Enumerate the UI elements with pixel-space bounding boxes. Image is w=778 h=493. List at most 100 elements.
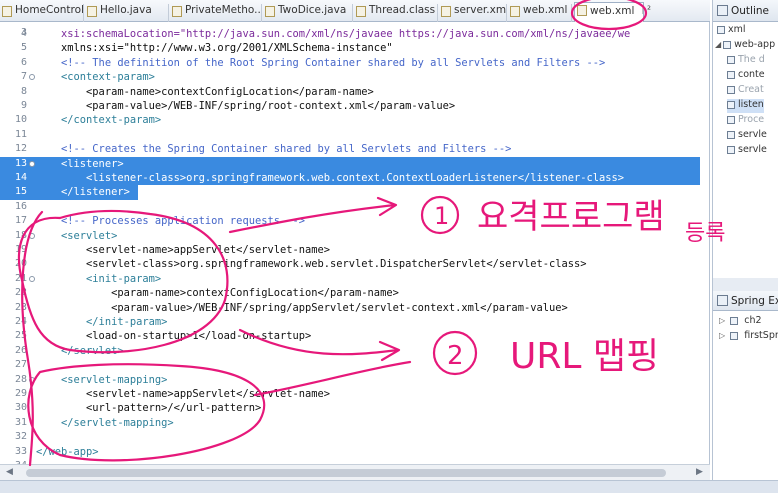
fold-toggle-icon[interactable] [29, 232, 35, 239]
tab-homecontroller[interactable]: HomeControll... [0, 4, 84, 22]
code-line: 6 <!-- The definition of the Root Spring… [0, 56, 700, 70]
fold-toggle-icon[interactable] [29, 275, 35, 282]
outline-item-label: conte [738, 69, 765, 80]
explorer-item-firstspring[interactable]: ▷ firstSprin [719, 330, 778, 344]
spring-leaf-icon [717, 295, 728, 306]
line-number: 8 [20, 85, 27, 97]
code-line: 13 <listener> [0, 156, 700, 171]
code-line: 20 <servlet-class>org.springframework.we… [0, 257, 700, 271]
tab-label: HomeControll... [15, 4, 84, 16]
line-number: 5 [20, 42, 27, 54]
code-line: 27 [0, 358, 700, 372]
line-number: 27 [14, 359, 27, 371]
code-text: </web-app> [36, 445, 99, 458]
line-number: 15 [14, 186, 27, 198]
spring-explorer-panel: Spring Expl ▷ ch2 ▷ firstSprin [712, 291, 778, 480]
tab-label: PrivateMetho... [185, 4, 262, 16]
panel-divider[interactable] [712, 278, 778, 291]
fold-toggle-icon[interactable] [29, 160, 35, 167]
code-line: 26 </servlet> [0, 344, 700, 358]
tab-web-xml-active[interactable]: web.xml ☒ [574, 2, 644, 23]
line-number: 33 [14, 445, 27, 457]
scrollbar-thumb[interactable] [26, 469, 666, 477]
line-number: 7 [20, 71, 27, 83]
tab-thread-class[interactable]: Thread.class [354, 4, 438, 22]
line-number: 29 [14, 388, 27, 399]
outline-item-label: servle [738, 144, 767, 155]
code-text: <context-param> [36, 71, 155, 84]
code-line: 10 </context-param> [0, 113, 700, 127]
outline-item[interactable]: servle [727, 129, 767, 143]
fold-toggle-icon[interactable] [29, 74, 35, 81]
scroll-right-arrow-icon[interactable]: ▶ [696, 467, 703, 477]
outline-item[interactable]: listen [727, 99, 764, 113]
outline-item[interactable]: conte [727, 69, 765, 83]
collapse-arrow-icon[interactable]: ◢ [715, 40, 721, 49]
outline-item[interactable]: ◢ web-app [715, 39, 775, 53]
java-file-icon [265, 6, 275, 17]
close-tab-icon[interactable]: ☒ [642, 7, 643, 17]
code-text: <!-- Creates the Spring Container shared… [36, 143, 512, 156]
code-text: <!-- The definition of the Root Spring C… [36, 56, 606, 69]
outline-item[interactable]: servle [727, 144, 767, 158]
code-line: 32 [0, 430, 700, 444]
code-text: </servlet-mapping> [36, 416, 174, 429]
xml-editor[interactable]: 3 xmlns:xsi="http://www.w3.org/2001/XMLS… [0, 22, 710, 464]
tab-label: Thread.class [369, 4, 436, 16]
tab-overflow-indicator[interactable]: ² [647, 5, 651, 16]
line-number: 31 [14, 416, 27, 428]
project-icon [730, 316, 739, 325]
line-number: 9 [20, 100, 27, 111]
tab-hello-java[interactable]: Hello.java [85, 4, 169, 22]
code-line: 5 [0, 41, 700, 55]
code-text: <param-name>contextConfigLocation</param… [36, 287, 399, 300]
code-line: 25 <load-on-startup>1</load-on-startup> [0, 329, 700, 343]
outline-item[interactable]: The d [727, 54, 765, 68]
expand-arrow-icon[interactable]: ▷ [719, 316, 725, 325]
explorer-item-ch2[interactable]: ▷ ch2 [719, 315, 762, 329]
fold-toggle-icon[interactable] [29, 376, 35, 383]
class-file-icon [356, 6, 366, 17]
code-text: <url-pattern>/</url-pattern> [36, 402, 262, 415]
code-line: 23 <param-value>/WEB-INF/spring/appServl… [0, 301, 700, 315]
tab-server-xml[interactable]: server.xml [439, 4, 507, 22]
outline-item[interactable]: Proce [727, 114, 764, 128]
tab-privatemethod[interactable]: PrivateMetho... [170, 4, 262, 22]
outline-icon [717, 5, 728, 16]
line-number: 32 [14, 431, 27, 443]
code-line: 15 </listener> [0, 185, 700, 200]
outline-item[interactable]: Creat [727, 84, 764, 98]
element-node-icon [717, 25, 725, 34]
tab-label: web.xml [590, 5, 635, 17]
expand-arrow-icon[interactable]: ▷ [719, 331, 725, 340]
code-line: 17 <!-- Processes application requests -… [0, 214, 700, 228]
line-number: 4 [20, 28, 27, 39]
element-node-icon [723, 40, 732, 49]
code-text: <servlet> [36, 229, 118, 242]
code-text: </context-param> [36, 114, 162, 127]
code-line-partial: 3 xmlns:xsi="http://www.w3.org/2001/XMLS… [0, 22, 700, 53]
outline-item[interactable]: xml [717, 24, 746, 38]
code-text: </servlet> [36, 344, 124, 357]
tab-label: TwoDice.java [278, 4, 347, 16]
line-number: 20 [14, 258, 27, 270]
outline-title: Outline [731, 5, 769, 17]
code-text: <listener-class>org.springframework.web.… [36, 172, 625, 184]
code-text: <param-name>contextConfigLocation</param… [36, 85, 374, 98]
scroll-left-arrow-icon[interactable]: ◀ [6, 467, 13, 477]
code-line: 24 </init-param> [0, 315, 700, 329]
comment-node-icon [727, 55, 735, 64]
java-file-icon [172, 6, 182, 17]
code-line: 28 <servlet-mapping> [0, 373, 700, 387]
tab-label: web.xml [523, 4, 568, 16]
tab-twodice-java[interactable]: TwoDice.java [263, 4, 353, 22]
xml-file-icon [577, 5, 587, 16]
line-number: 19 [14, 244, 27, 255]
editor-horizontal-scrollbar[interactable]: ◀ ▶ [0, 464, 710, 480]
line-number: 13 [14, 157, 27, 169]
line-number: 6 [20, 56, 27, 68]
project-icon [730, 331, 739, 340]
outline-header: Outline [713, 0, 778, 22]
code-text: <!-- Processes application requests --> [36, 215, 305, 228]
tab-web-xml[interactable]: web.xml [508, 4, 572, 22]
